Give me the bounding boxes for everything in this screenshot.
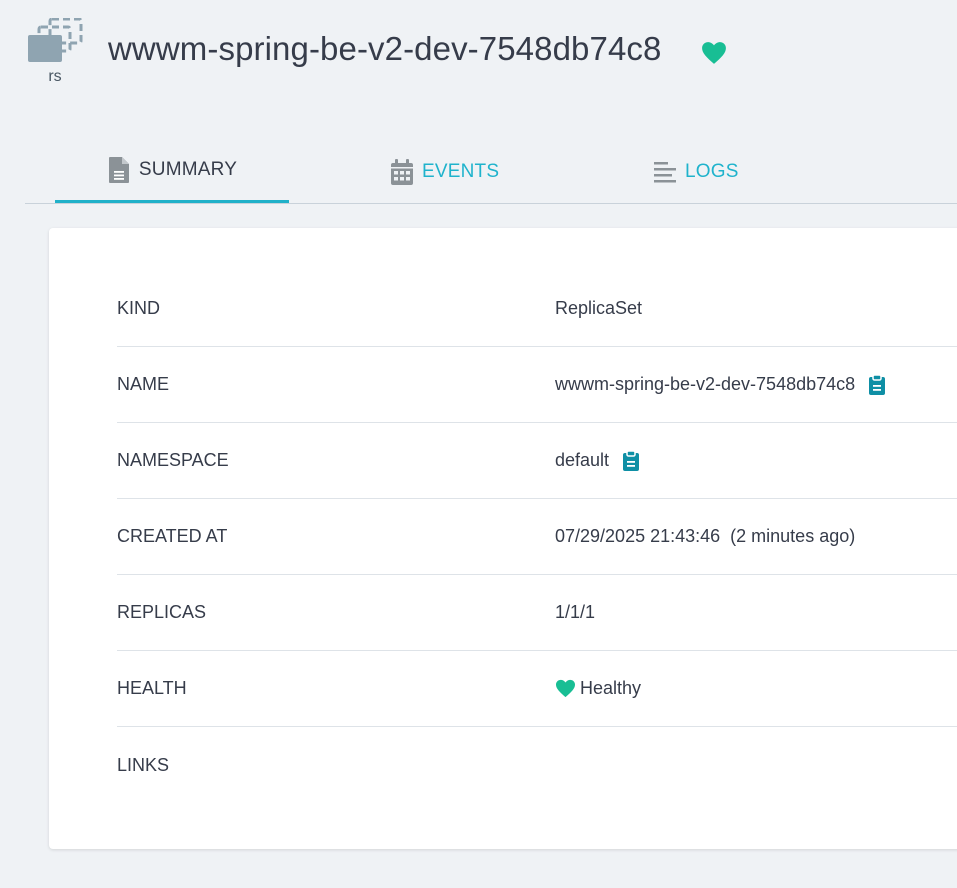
created-at-value: 07/29/2025 21:43:46 (2 minutes ago) — [555, 526, 856, 546]
heart-icon — [556, 679, 575, 698]
clipboard-icon[interactable] — [622, 449, 640, 472]
row-label: HEALTH — [117, 678, 187, 698]
calendar-icon — [391, 158, 413, 185]
namespace-value[interactable]: default — [555, 450, 609, 471]
tab-summary-label: SUMMARY — [138, 159, 238, 180]
tab-logs[interactable]: LOGS — [653, 140, 739, 203]
row-value: default — [555, 449, 640, 472]
row-value: Healthy — [555, 678, 641, 699]
summary-row-replicas: REPLICAS 1/1/1 — [117, 575, 957, 651]
replicaset-icon — [28, 18, 83, 62]
row-label: NAME — [117, 374, 170, 394]
resource-header: rs wwwm-spring-be-v2-dev-7548db74c8 — [0, 0, 957, 100]
summary-row-namespace: NAMESPACE default — [117, 423, 957, 499]
name-value[interactable]: wwwm-spring-be-v2-dev-7548db74c8 — [555, 374, 855, 395]
row-value: 1/1/1 — [555, 602, 595, 623]
heart-icon — [702, 42, 726, 64]
row-value: ReplicaSet — [555, 298, 642, 319]
row-label: NAMESPACE — [117, 450, 229, 470]
row-label: CREATED AT — [117, 526, 228, 546]
row-label: LINKS — [117, 754, 170, 775]
tab-events-label: EVENTS — [422, 160, 500, 182]
kind-abbreviation: rs — [48, 68, 62, 85]
document-icon — [108, 157, 129, 183]
lines-icon — [654, 161, 676, 182]
tab-summary[interactable]: SUMMARY — [55, 140, 289, 203]
summary-row-kind: KIND ReplicaSet — [117, 271, 957, 347]
health-value: Healthy — [580, 678, 642, 698]
row-label: REPLICAS — [117, 602, 207, 622]
summary-row-health: HEALTH Healthy — [117, 651, 957, 727]
row-label: KIND — [117, 298, 161, 318]
summary-card: KIND ReplicaSet NAME wwwm-spring-be-v2-d… — [49, 228, 957, 849]
tab-logs-label: LOGS — [685, 160, 739, 182]
replicas-value: 1/1/1 — [555, 602, 596, 622]
tab-events[interactable]: EVENTS — [390, 140, 499, 203]
summary-row-name: NAME wwwm-spring-be-v2-dev-7548db74c8 — [117, 347, 957, 423]
summary-row-created-at: CREATED AT 07/29/2025 21:43:46 (2 minute… — [117, 499, 957, 575]
row-value: wwwm-spring-be-v2-dev-7548db74c8 — [555, 373, 886, 396]
clipboard-icon[interactable] — [868, 373, 886, 396]
kind-value: ReplicaSet — [555, 298, 643, 318]
tab-bar: SUMMARY EVENTS LOGS — [25, 140, 957, 204]
page-title: wwwm-spring-be-v2-dev-7548db74c8 — [108, 30, 662, 67]
summary-row-links: LINKS — [117, 727, 957, 803]
row-value: 07/29/2025 21:43:46 (2 minutes ago) — [555, 526, 855, 547]
